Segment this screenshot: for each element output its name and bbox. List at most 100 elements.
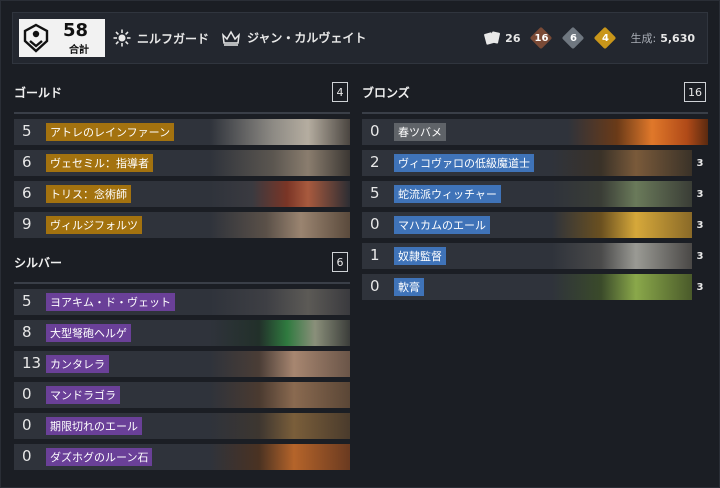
- card-art: [210, 382, 350, 408]
- bronze-section-header: ブロンズ 16: [362, 80, 706, 104]
- card-row[interactable]: 6 ヴェセミル：指導者: [14, 150, 350, 176]
- card-row[interactable]: 5 蛇流派ウィッチャー 3: [362, 181, 708, 207]
- deck-total-box: 58 合計: [19, 19, 105, 57]
- silver-section-header: シルバー 6: [14, 250, 348, 274]
- card-row[interactable]: 2 ヴィコヴァロの低級魔道士 3: [362, 150, 708, 176]
- card-cost: 2: [370, 153, 380, 171]
- card-name: マンドラゴラ: [46, 386, 120, 404]
- card-row[interactable]: 1 奴隷監督 3: [362, 243, 708, 269]
- deck-total-label: 合計: [69, 45, 89, 56]
- card-cost: 5: [22, 292, 32, 310]
- card-cost: 0: [370, 122, 380, 140]
- gold-stat: 4: [594, 27, 616, 49]
- card-name: ヴィルジフォルツ: [46, 216, 142, 234]
- card-art: [552, 274, 692, 300]
- card-row[interactable]: 13 カンタレラ: [14, 351, 350, 377]
- faction[interactable]: ニルフガード: [113, 29, 209, 47]
- card-name: カンタレラ: [46, 355, 109, 373]
- card-count-stat: 26: [483, 31, 520, 45]
- card-art: [552, 181, 692, 207]
- card-row[interactable]: 8 大型弩砲ヘルゲ: [14, 320, 350, 346]
- deck-icon: [19, 19, 53, 57]
- card-name: マハカムのエール: [394, 216, 490, 234]
- card-art: [568, 119, 708, 145]
- card-cost: 0: [370, 215, 380, 233]
- bronze-stat: 16: [530, 27, 552, 49]
- card-name: 大型弩砲ヘルゲ: [46, 324, 131, 342]
- card-cost: 9: [22, 215, 32, 233]
- card-copies: 3: [692, 274, 708, 300]
- card-name: トリス：念術師: [46, 185, 131, 203]
- card-art: [210, 212, 350, 238]
- card-row[interactable]: 0 軟膏 3: [362, 274, 708, 300]
- gold-section-count: 4: [332, 82, 348, 102]
- silver-stat: 6: [562, 27, 584, 49]
- card-row[interactable]: 0 春ツバメ: [362, 119, 708, 145]
- card-cost: 0: [370, 277, 380, 295]
- craft-label: 生成:: [630, 32, 657, 45]
- card-row[interactable]: 0 期限切れのエール: [14, 413, 350, 439]
- card-cost: 0: [22, 385, 32, 403]
- card-row[interactable]: 5 アトレのレインファーン: [14, 119, 350, 145]
- gold-section-title: ゴールド: [14, 85, 63, 100]
- leader[interactable]: ジャン・カルヴェイト: [221, 29, 366, 46]
- silver-section-divider: [14, 282, 350, 284]
- card-copies: 3: [692, 150, 708, 176]
- card-name: ヨアキム・ド・ヴェット: [46, 293, 175, 311]
- card-art: [210, 351, 350, 377]
- card-name: ヴェセミル：指導者: [46, 154, 153, 172]
- card-art: [210, 289, 350, 315]
- sun-icon: [113, 29, 131, 47]
- card-name: 軟膏: [394, 278, 424, 296]
- deck-total-count: 58: [63, 20, 89, 41]
- card-row[interactable]: 6 トリス：念術師: [14, 181, 350, 207]
- card-art: [210, 150, 350, 176]
- silver-diamond-icon: 6: [562, 27, 584, 49]
- gold-count: 4: [602, 32, 609, 44]
- leader-name: ジャン・カルヴェイト: [247, 31, 367, 45]
- card-cost: 5: [22, 122, 32, 140]
- bronze-section-count: 16: [684, 82, 706, 102]
- card-cost: 0: [22, 416, 32, 434]
- card-row[interactable]: 5 ヨアキム・ド・ヴェット: [14, 289, 350, 315]
- card-name: 期限切れのエール: [46, 417, 142, 435]
- card-art: [552, 243, 692, 269]
- gold-section-divider: [14, 112, 350, 114]
- card-name: 奴隷監督: [394, 247, 446, 265]
- card-copies: 3: [692, 212, 708, 238]
- card-row[interactable]: 0 マンドラゴラ: [14, 382, 350, 408]
- card-cost: 0: [22, 447, 32, 465]
- card-name: アトレのレインファーン: [46, 123, 175, 141]
- silver-section-count: 6: [332, 252, 348, 272]
- card-cost: 6: [22, 184, 32, 202]
- card-count: 26: [505, 31, 521, 45]
- card-row[interactable]: 9 ヴィルジフォルツ: [14, 212, 350, 238]
- card-name: ダズホグのルーン石: [46, 448, 153, 466]
- silver-section-title: シルバー: [14, 255, 63, 270]
- gold-diamond-icon: 4: [594, 27, 616, 49]
- card-art: [210, 444, 350, 470]
- bronze-diamond-icon: 16: [530, 27, 552, 49]
- deck-stats: 26 16 6 4 生成: 5,630: [473, 27, 695, 49]
- gold-section-header: ゴールド 4: [14, 80, 348, 104]
- card-name: 蛇流派ウィッチャー: [394, 185, 501, 203]
- bronze-count: 16: [534, 32, 549, 44]
- card-row[interactable]: 0 マハカムのエール 3: [362, 212, 708, 238]
- card-name: 春ツバメ: [394, 123, 446, 141]
- card-cost: 1: [370, 246, 380, 264]
- card-art: [210, 181, 350, 207]
- bronze-section-divider: [362, 112, 708, 114]
- card-cost: 13: [22, 354, 42, 372]
- deck-header: 58 合計 ニルフガード ジャン・カルヴェイト 26 16 6 4 生成: 5,…: [12, 12, 708, 64]
- card-cost: 6: [22, 153, 32, 171]
- card-cost: 5: [370, 184, 380, 202]
- card-name: ヴィコヴァロの低級魔道士: [394, 154, 534, 172]
- card-copies: 3: [692, 243, 708, 269]
- craft-cost: 5,630: [660, 31, 695, 45]
- card-cost: 8: [22, 323, 32, 341]
- card-row[interactable]: 0 ダズホグのルーン石: [14, 444, 350, 470]
- cards-icon: [484, 31, 501, 45]
- card-art: [210, 320, 350, 346]
- faction-name: ニルフガード: [137, 31, 210, 46]
- silver-count: 6: [570, 32, 577, 44]
